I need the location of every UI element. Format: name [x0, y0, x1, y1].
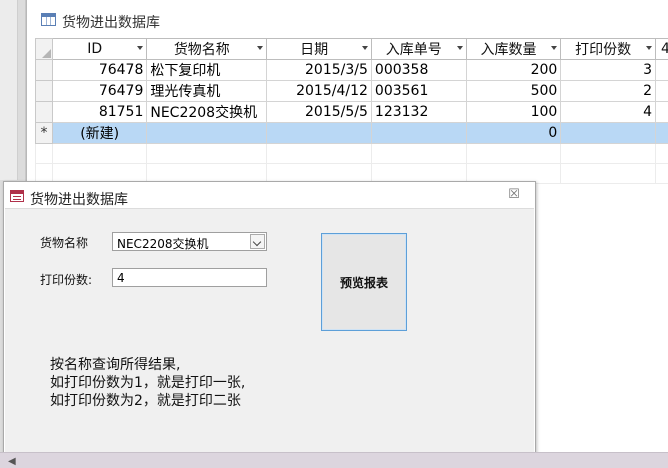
record-selector[interactable] — [35, 59, 53, 81]
copies-value: 4 — [117, 271, 125, 285]
empty-row — [35, 143, 668, 164]
cell-next[interactable] — [655, 59, 668, 81]
table-row[interactable]: 76479 理光传真机 2015/4/12 003561 500 2 — [35, 80, 668, 102]
column-header-date[interactable]: 日期 — [266, 38, 372, 60]
datasheet-titlebar: 货物进出数据库 — [27, 8, 668, 32]
sort-arrow-icon[interactable] — [646, 46, 653, 50]
note-line: 如打印份数为1，就是打印一张, — [50, 375, 246, 391]
cell-date[interactable]: 2015/3/5 — [266, 59, 372, 81]
datasheet-grid: ID 货物名称 日期 入库单号 入库数量 打印份数 4 76478 松下复印机 … — [35, 38, 668, 184]
table-row[interactable]: 81751 NEC2208交换机 2015/5/5 123132 100 4 — [35, 101, 668, 123]
column-header-copies[interactable]: 打印份数 — [560, 38, 657, 60]
nav-pane-edge — [0, 0, 18, 180]
cell-name[interactable]: NEC2208交换机 — [146, 101, 268, 123]
sort-arrow-icon[interactable] — [361, 46, 368, 50]
cell-next[interactable] — [655, 101, 668, 123]
form-icon — [10, 190, 24, 202]
record-selector[interactable] — [35, 101, 53, 123]
cell-copies[interactable]: 3 — [560, 59, 657, 81]
cell-id[interactable]: 76479 — [51, 80, 148, 102]
cell-copies[interactable]: 2 — [560, 80, 657, 102]
cell-next[interactable] — [655, 80, 668, 102]
horizontal-scrollbar[interactable]: ◀ — [0, 452, 668, 468]
new-record-row[interactable]: * (新建) 0 — [35, 122, 668, 144]
select-all-corner[interactable] — [35, 38, 53, 60]
cell-next[interactable] — [655, 122, 668, 144]
new-record-label[interactable]: (新建) — [51, 122, 148, 144]
goods-name-combobox[interactable]: NEC2208交换机 — [112, 232, 267, 251]
cell-id[interactable]: 81751 — [51, 101, 148, 123]
cell-name[interactable]: 松下复印机 — [146, 59, 268, 81]
cell-qty[interactable]: 100 — [465, 101, 562, 123]
sort-arrow-icon[interactable] — [551, 46, 558, 50]
column-header-id[interactable]: ID — [51, 38, 148, 60]
goods-name-value: NEC2208交换机 — [117, 237, 209, 251]
scroll-left-icon[interactable]: ◀ — [8, 456, 16, 467]
note-line: 如打印份数为2，就是打印二张 — [50, 393, 241, 409]
cell-qty[interactable]: 0 — [465, 122, 562, 144]
cell-id[interactable]: 76478 — [51, 59, 148, 81]
close-icon[interactable]: ☒ — [507, 188, 521, 202]
preview-report-label: 预览报表 — [339, 275, 388, 290]
copies-label: 打印份数: — [40, 273, 93, 287]
cell-qty[interactable]: 200 — [465, 59, 562, 81]
cell-date[interactable] — [266, 122, 372, 144]
table-row[interactable]: 76478 松下复印机 2015/3/5 000358 200 3 — [35, 59, 668, 81]
sort-arrow-icon[interactable] — [137, 46, 144, 50]
record-selector[interactable] — [35, 80, 53, 102]
cell-order[interactable] — [370, 122, 467, 144]
cell-name[interactable] — [146, 122, 268, 144]
cell-order[interactable]: 000358 — [370, 59, 467, 81]
column-header-next[interactable]: 4 — [655, 38, 668, 60]
table-icon — [41, 13, 56, 26]
cell-order[interactable]: 123132 — [370, 101, 467, 123]
form-window: 货物进出数据库 ☒ 货物名称 NEC2208交换机 打印份数: 4 预览报表 按… — [3, 181, 536, 468]
column-header-order[interactable]: 入库单号 — [370, 38, 467, 60]
new-record-marker[interactable]: * — [35, 122, 53, 144]
datasheet-title: 货物进出数据库 — [62, 15, 160, 31]
note-line: 按名称查询所得结果, — [50, 357, 181, 373]
cell-date[interactable]: 2015/5/5 — [266, 101, 372, 123]
goods-name-label: 货物名称 — [40, 236, 89, 250]
form-body: 货物名称 NEC2208交换机 打印份数: 4 预览报表 按名称查询所得结果, … — [5, 208, 534, 467]
cell-qty[interactable]: 500 — [465, 80, 562, 102]
cell-date[interactable]: 2015/4/12 — [266, 80, 372, 102]
cell-order[interactable]: 003561 — [370, 80, 467, 102]
sort-arrow-icon[interactable] — [257, 46, 264, 50]
column-header-qty[interactable]: 入库数量 — [465, 38, 562, 60]
preview-report-button[interactable]: 预览报表 — [321, 233, 407, 331]
cell-copies[interactable]: 4 — [560, 101, 657, 123]
sort-arrow-icon[interactable] — [456, 46, 463, 50]
cell-name[interactable]: 理光传真机 — [146, 80, 268, 102]
form-titlebar[interactable]: 货物进出数据库 ☒ — [4, 182, 535, 208]
copies-input[interactable]: 4 — [112, 268, 267, 287]
chevron-down-icon[interactable] — [250, 234, 265, 249]
form-title: 货物进出数据库 — [30, 192, 128, 208]
cell-copies[interactable] — [560, 122, 657, 144]
header-row: ID 货物名称 日期 入库单号 入库数量 打印份数 4 — [35, 38, 668, 60]
column-header-name[interactable]: 货物名称 — [146, 38, 268, 60]
